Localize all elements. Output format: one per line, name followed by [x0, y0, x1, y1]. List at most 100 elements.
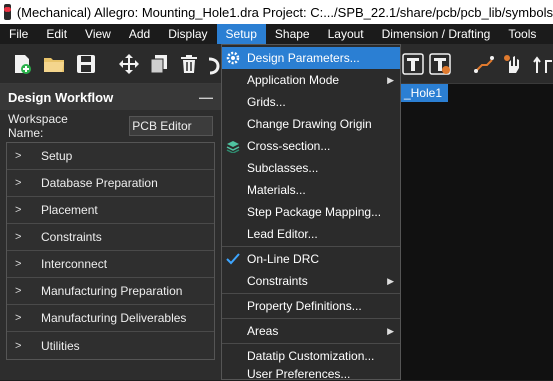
menu-view[interactable]: View — [76, 24, 120, 44]
chevron-right-icon: > — [15, 204, 22, 216]
design-workflow-panel: Design Workflow — Workspace Name: PCB Ed… — [0, 84, 221, 380]
panel-title: Design Workflow — [8, 89, 114, 105]
move-icon[interactable] — [117, 52, 141, 76]
chevron-right-icon: > — [15, 231, 22, 243]
panel-header: Design Workflow — — [0, 84, 221, 110]
menu-item-label: Datatip Customization... — [247, 349, 375, 363]
menu-file[interactable]: File — [0, 24, 37, 44]
workflow-item-manufacturing-preparation[interactable]: > Manufacturing Preparation — [7, 278, 214, 305]
menu-item-label: Cross-section... — [247, 139, 331, 153]
menu-tools[interactable]: Tools — [499, 24, 545, 44]
menu-item-label: Step Package Mapping... — [247, 205, 382, 219]
workspace-select[interactable]: PCB Editor — [129, 116, 213, 136]
workflow-item-database-preparation[interactable]: > Database Preparation — [7, 170, 214, 197]
menu-item-areas[interactable]: Areas ▶ — [222, 320, 400, 342]
workflow-item-label: Constraints — [41, 230, 102, 244]
menu-setup[interactable]: Setup — [216, 24, 266, 44]
menu-item-online-drc[interactable]: On-Line DRC — [222, 248, 400, 270]
menu-display[interactable]: Display — [159, 24, 216, 44]
menu-item-design-parameters[interactable]: Design Parameters... — [222, 47, 400, 69]
new-icon[interactable] — [10, 52, 34, 76]
chevron-right-icon: > — [15, 339, 22, 352]
chevron-right-icon: > — [15, 258, 22, 270]
workspace-row: Workspace Name: PCB Editor — [0, 110, 221, 142]
menu-item-label: Areas — [247, 324, 279, 338]
text-icon[interactable] — [401, 52, 425, 76]
chevron-right-icon: > — [15, 312, 22, 324]
menu-separator — [222, 293, 400, 294]
menu-item-change-drawing-origin[interactable]: Change Drawing Origin — [222, 113, 400, 135]
menu-item-label: Materials... — [247, 183, 306, 197]
minimize-icon[interactable]: — — [199, 89, 213, 105]
menu-item-label: Grids... — [247, 95, 286, 109]
menu-separator — [222, 318, 400, 319]
cross-section-icon — [226, 139, 240, 153]
menu-item-datatip-customization[interactable]: Datatip Customization... — [222, 345, 400, 367]
menu-item-cross-section[interactable]: Cross-section... — [222, 135, 400, 157]
design-parameters-icon — [226, 51, 240, 65]
submenu-arrow-icon: ▶ — [387, 326, 394, 336]
submenu-arrow-icon: ▶ — [387, 75, 394, 85]
chevron-right-icon: > — [15, 177, 22, 189]
save-icon[interactable] — [74, 52, 98, 76]
workflow-item-label: Interconnect — [41, 257, 108, 271]
menu-item-lead-editor[interactable]: Lead Editor... — [222, 223, 400, 245]
menu-item-grids[interactable]: Grids... — [222, 91, 400, 113]
window-title: (Mechanical) Allegro: Mounting_Hole1.dra… — [16, 4, 553, 20]
open-icon[interactable] — [42, 52, 66, 76]
submenu-arrow-icon: ▶ — [387, 276, 394, 286]
menu-item-constraints[interactable]: Constraints ▶ — [222, 270, 400, 292]
workflow-item-placement[interactable]: > Placement — [7, 197, 214, 224]
menu-shape[interactable]: Shape — [266, 24, 319, 44]
menu-dimension-drafting[interactable]: Dimension / Drafting — [373, 24, 500, 44]
workflow-item-label: Manufacturing Preparation — [41, 284, 183, 298]
slide-icon[interactable] — [531, 52, 553, 76]
menu-layout[interactable]: Layout — [319, 24, 373, 44]
workflow-item-constraints[interactable]: > Constraints — [7, 224, 214, 251]
undo-icon[interactable] — [205, 52, 221, 76]
workflow-item-label: Database Preparation — [41, 176, 158, 190]
workflow-item-utilities[interactable]: > Utilities — [7, 332, 214, 359]
document-tab[interactable]: _Hole1 — [398, 84, 449, 102]
menu-separator — [222, 246, 400, 247]
menu-item-label: Design Parameters... — [247, 51, 360, 65]
delete-icon[interactable] — [177, 52, 201, 76]
chevron-right-icon: > — [15, 150, 22, 162]
menu-item-label: Lead Editor... — [247, 227, 318, 241]
menu-item-application-mode[interactable]: Application Mode ▶ — [222, 69, 400, 91]
chevron-right-icon: > — [15, 285, 22, 297]
setup-menu-dropdown: Design Parameters... Application Mode ▶ … — [221, 44, 401, 381]
menu-bar: File Edit View Add Display Setup Shape L… — [0, 24, 553, 44]
workspace-label: Workspace Name: — [8, 112, 68, 140]
allegro-app-icon — [3, 4, 11, 20]
workflow-item-label: Utilities — [41, 338, 80, 353]
menu-item-label: Change Drawing Origin — [247, 117, 372, 131]
workflow-item-manufacturing-deliverables[interactable]: > Manufacturing Deliverables — [7, 305, 214, 332]
menu-item-label: User Preferences... — [247, 367, 351, 381]
text-edit-icon[interactable] — [428, 52, 452, 76]
workflow-item-label: Setup — [41, 149, 73, 163]
menu-item-subclasses[interactable]: Subclasses... — [222, 157, 400, 179]
menu-item-property-definitions[interactable]: Property Definitions... — [222, 295, 400, 317]
copy-icon[interactable] — [147, 52, 171, 76]
workflow-item-interconnect[interactable]: > Interconnect — [7, 251, 214, 278]
menu-item-user-preferences[interactable]: User Preferences... — [222, 367, 400, 381]
menu-separator — [222, 343, 400, 344]
workflow-item-label: Placement — [41, 203, 98, 217]
menu-item-label: Property Definitions... — [247, 299, 362, 313]
menu-item-step-package-mapping[interactable]: Step Package Mapping... — [222, 201, 400, 223]
workflow-item-setup[interactable]: > Setup — [7, 143, 214, 170]
menu-item-label: Constraints — [247, 274, 308, 288]
menu-item-label: On-Line DRC — [247, 252, 320, 266]
route-icon[interactable] — [472, 52, 496, 76]
menu-item-label: Subclasses... — [247, 161, 319, 175]
menu-item-label: Application Mode — [247, 73, 340, 87]
menu-item-materials[interactable]: Materials... — [222, 179, 400, 201]
menu-add[interactable]: Add — [120, 24, 159, 44]
workflow-list: > Setup > Database Preparation > Placement … — [6, 142, 215, 360]
drag-icon[interactable] — [501, 52, 525, 76]
workflow-item-label: Manufacturing Deliverables — [41, 311, 187, 325]
title-bar: (Mechanical) Allegro: Mounting_Hole1.dra… — [0, 0, 553, 24]
menu-edit[interactable]: Edit — [37, 24, 76, 44]
checkmark-icon — [226, 252, 240, 266]
